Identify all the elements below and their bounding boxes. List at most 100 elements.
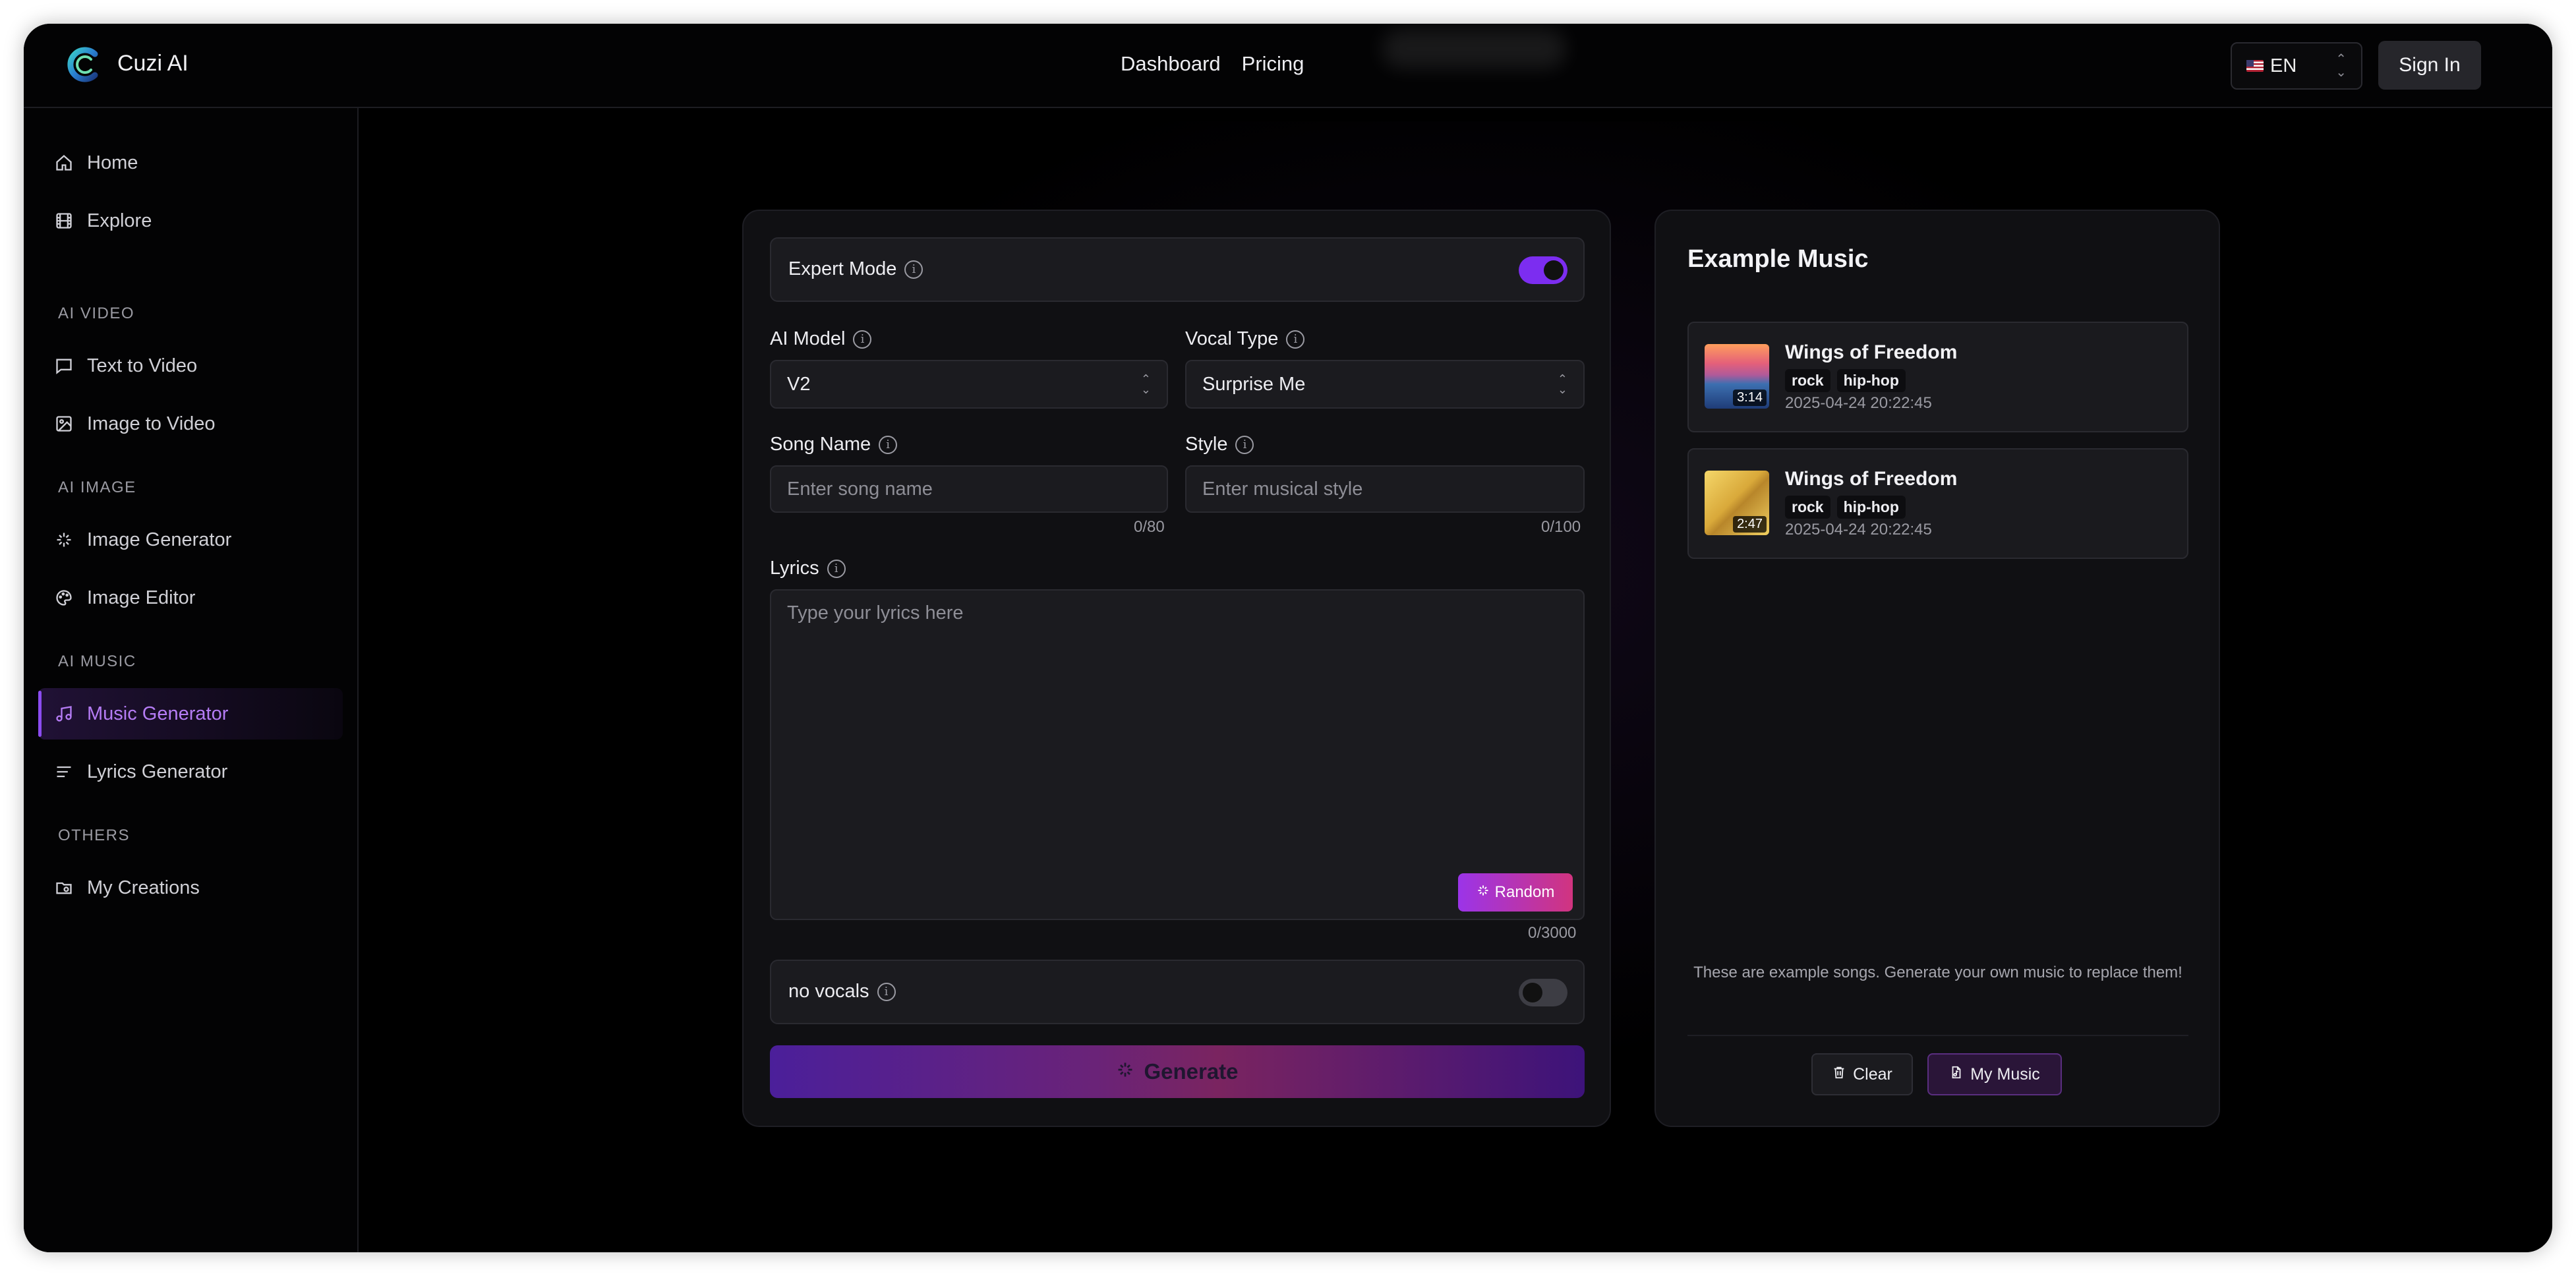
sidebar-item-label: Text to Video <box>87 355 198 376</box>
example-song-item[interactable]: 2:47 Wings of Freedom rock hip-hop 2025-… <box>1687 448 2188 559</box>
song-thumbnail: 2:47 <box>1705 471 1769 535</box>
us-flag-icon <box>2246 60 2264 72</box>
vocal-type-label: Vocal Type i <box>1185 328 1305 350</box>
example-music-card: Example Music 3:14 Wings of Freedom rock… <box>1654 210 2220 1127</box>
sparkles-icon <box>54 530 74 550</box>
folder-icon <box>54 878 74 898</box>
toggle-knob <box>1544 260 1564 280</box>
toggle-knob <box>1523 983 1542 1002</box>
no-vocals-toggle[interactable] <box>1519 979 1567 1006</box>
chevron-updown-icon: ⌃ ⌄ <box>1140 372 1151 396</box>
song-tags: rock hip-hop <box>1785 369 1906 392</box>
film-icon <box>54 211 74 231</box>
vocal-type-text: Vocal Type <box>1185 328 1279 349</box>
sidebar-item-label: Image to Video <box>87 413 216 434</box>
song-name-input[interactable] <box>770 465 1168 513</box>
app-window: Cuzi AI Dashboard Pricing EN ⌃ ⌄ Sign In … <box>24 24 2552 1252</box>
song-tags: rock hip-hop <box>1785 496 1906 519</box>
vocal-type-value: Surprise Me <box>1202 373 1306 395</box>
sidebar-item-my-creations[interactable]: My Creations <box>38 862 343 914</box>
style-count: 0/100 <box>1541 518 1581 536</box>
clear-label: Clear <box>1853 1064 1892 1084</box>
section-others: OTHERS <box>58 826 131 844</box>
music-file-icon <box>1949 1065 1964 1084</box>
cuzi-logo-icon[interactable] <box>65 45 104 84</box>
sidebar-item-label: Home <box>87 152 138 173</box>
generate-label: Generate <box>1144 1059 1239 1084</box>
language-select[interactable]: EN ⌃ ⌄ <box>2231 42 2362 90</box>
sidebar-item-image-generator[interactable]: Image Generator <box>38 514 343 566</box>
sparkles-icon <box>1116 1059 1134 1084</box>
song-tag: hip-hop <box>1836 496 1906 519</box>
expert-mode-toggle[interactable] <box>1519 256 1567 284</box>
sidebar-item-label: Lyrics Generator <box>87 761 228 782</box>
nav-dashboard[interactable]: Dashboard <box>1121 52 1221 76</box>
sign-in-button[interactable]: Sign In <box>2378 41 2481 90</box>
info-icon[interactable]: i <box>879 435 898 454</box>
song-duration: 2:47 <box>1733 516 1767 533</box>
sidebar-item-text-to-video[interactable]: Text to Video <box>38 340 343 392</box>
sidebar-item-image-to-video[interactable]: Image to Video <box>38 398 343 450</box>
section-ai-image: AI IMAGE <box>58 478 136 496</box>
sidebar-item-label: My Creations <box>87 877 200 898</box>
main-area: Expert Mode i AI Model i V2 ⌃ ⌄ Vocal Typ… <box>359 108 2552 1252</box>
chevron-updown-icon: ⌃ ⌄ <box>2335 52 2347 80</box>
lyrics-textarea[interactable] <box>770 589 1585 920</box>
random-label: Random <box>1494 883 1555 901</box>
example-note: These are example songs. Generate your o… <box>1693 964 2182 981</box>
divider <box>1687 1035 2188 1036</box>
ai-model-select[interactable]: V2 ⌃ ⌄ <box>770 360 1168 409</box>
message-icon <box>54 356 74 376</box>
song-name-label: Song Name i <box>770 434 898 455</box>
example-song-item[interactable]: 3:14 Wings of Freedom rock hip-hop 2025-… <box>1687 322 2188 432</box>
song-tag: rock <box>1785 496 1830 519</box>
blurred-banner <box>1382 29 1566 69</box>
clear-button[interactable]: Clear <box>1811 1053 1913 1095</box>
sidebar-item-lyrics-generator[interactable]: Lyrics Generator <box>38 746 343 798</box>
song-tag: rock <box>1785 369 1830 392</box>
my-music-label: My Music <box>1970 1064 2040 1084</box>
ai-model-label: AI Model i <box>770 328 872 350</box>
sidebar-item-music-generator[interactable]: Music Generator <box>38 688 343 740</box>
info-icon[interactable]: i <box>904 260 923 279</box>
info-icon[interactable]: i <box>877 982 896 1001</box>
style-input[interactable] <box>1185 465 1585 513</box>
vocal-type-select[interactable]: Surprise Me ⌃ ⌄ <box>1185 360 1585 409</box>
section-ai-video: AI VIDEO <box>58 304 135 322</box>
sidebar-item-home[interactable]: Home <box>38 137 343 188</box>
chevron-updown-icon: ⌃ ⌄ <box>1557 372 1567 396</box>
image-icon <box>54 414 74 434</box>
no-vocals-label: no vocals i <box>788 981 896 1002</box>
nav-pricing[interactable]: Pricing <box>1242 52 1304 76</box>
info-icon[interactable]: i <box>1286 330 1305 349</box>
sidebar-item-image-editor[interactable]: Image Editor <box>38 572 343 624</box>
song-name-text: Song Name <box>770 434 871 455</box>
lyrics-label: Lyrics i <box>770 558 846 579</box>
style-text: Style <box>1185 434 1228 455</box>
trash-icon <box>1832 1065 1846 1084</box>
top-header: Cuzi AI Dashboard Pricing EN ⌃ ⌄ Sign In <box>24 24 2552 108</box>
app-title[interactable]: Cuzi AI <box>117 51 189 76</box>
style-label: Style i <box>1185 434 1254 455</box>
generate-button[interactable]: Generate <box>770 1045 1585 1098</box>
no-vocals-text: no vocals <box>788 981 869 1002</box>
my-music-button[interactable]: My Music <box>1927 1053 2062 1095</box>
info-icon[interactable]: i <box>853 330 872 349</box>
song-title: Wings of Freedom <box>1785 341 1958 363</box>
song-title: Wings of Freedom <box>1785 468 1958 490</box>
sparkles-icon <box>1477 883 1490 902</box>
expert-mode-row: Expert Mode i <box>770 237 1585 302</box>
sidebar-item-explore[interactable]: Explore <box>38 195 343 246</box>
song-tag: hip-hop <box>1836 369 1906 392</box>
random-button[interactable]: Random <box>1458 873 1573 912</box>
sidebar-item-label: Music Generator <box>87 703 229 724</box>
song-duration: 3:14 <box>1733 390 1767 406</box>
no-vocals-row: no vocals i <box>770 960 1585 1024</box>
ai-model-text: AI Model <box>770 328 846 349</box>
song-name-count: 0/80 <box>1134 518 1165 536</box>
info-icon[interactable]: i <box>1235 435 1254 454</box>
song-date: 2025-04-24 20:22:45 <box>1785 521 1932 538</box>
lyrics-count: 0/3000 <box>1528 924 1577 942</box>
sidebar-item-label: Explore <box>87 210 152 231</box>
info-icon[interactable]: i <box>827 559 846 578</box>
